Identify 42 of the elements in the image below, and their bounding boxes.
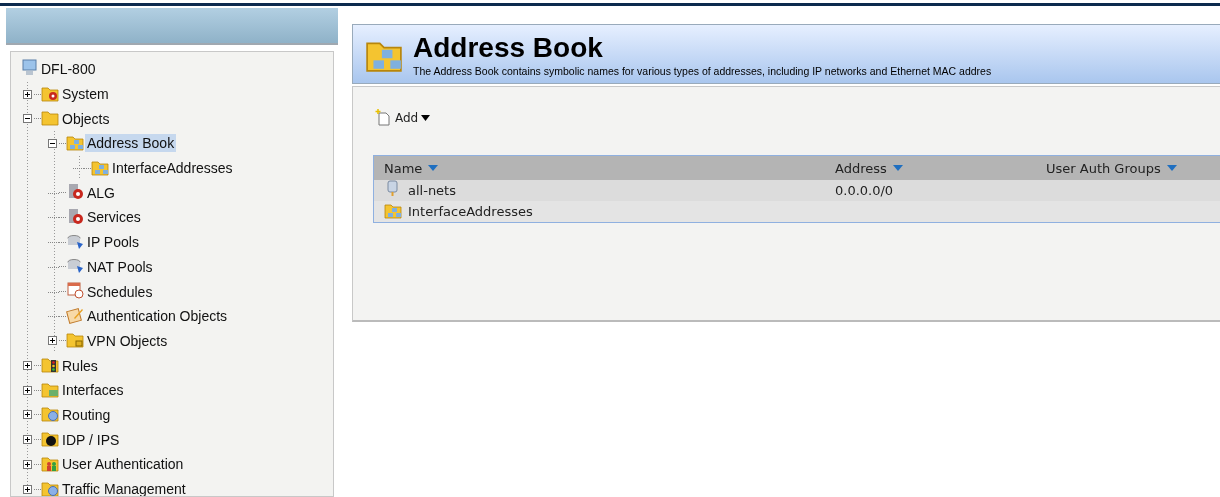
sort-caret-icon[interactable] — [1166, 165, 1177, 171]
tree-item[interactable]: System — [60, 85, 111, 104]
table-cell[interactable]: InterfaceAddresses — [408, 204, 533, 219]
tree-item[interactable]: Interfaces — [60, 381, 126, 400]
column-header[interactable]: Address — [835, 160, 887, 176]
column-header[interactable]: Name — [384, 160, 423, 176]
tree-item[interactable]: Traffic Management — [60, 480, 188, 496]
tree-item[interactable]: IP Pools — [85, 233, 141, 252]
tree-item[interactable]: ALG — [85, 183, 117, 202]
collapse-toggle-icon[interactable] — [23, 114, 32, 124]
tree-item[interactable]: DFL-800 — [39, 60, 98, 79]
table-cell: 0.0.0.0/0 — [835, 183, 894, 198]
page-description: The Address Book contains symbolic names for various types of addresses, including IP networks and Ethernet MAC addres — [413, 65, 992, 77]
tree-item[interactable]: Schedules — [85, 282, 155, 301]
collapse-toggle-icon[interactable] — [48, 138, 57, 148]
expand-toggle-icon[interactable] — [23, 435, 32, 445]
tree-item[interactable]: NAT Pools — [85, 257, 155, 276]
expand-toggle-icon[interactable] — [23, 410, 32, 420]
sort-caret-icon[interactable] — [428, 165, 439, 171]
expand-toggle-icon[interactable] — [23, 459, 32, 469]
expand-toggle-icon[interactable] — [23, 89, 32, 99]
tree-item[interactable]: VPN Objects — [85, 331, 170, 350]
table-cell[interactable]: all-nets — [408, 183, 456, 198]
tree-item[interactable]: InterfaceAddresses — [110, 159, 235, 178]
tree-item[interactable]: User Authentication — [60, 455, 186, 474]
tree-item[interactable]: Rules — [60, 356, 100, 375]
expand-toggle-icon[interactable] — [23, 385, 32, 395]
tree-item[interactable]: Authentication Objects — [85, 307, 230, 326]
page-title: Address Book — [413, 33, 604, 63]
sort-caret-icon[interactable] — [892, 165, 903, 171]
new-document-icon — [375, 109, 392, 126]
tree-item[interactable]: Objects — [60, 109, 112, 128]
tree-item[interactable]: Address Book — [85, 134, 177, 153]
add-button[interactable]: Add — [373, 109, 433, 126]
tree-item[interactable]: IDP / IPS — [60, 430, 122, 449]
address-folder-icon — [384, 201, 402, 222]
tree-item[interactable]: Services — [85, 208, 143, 227]
caret-icon — [421, 114, 431, 121]
expand-toggle-icon[interactable] — [23, 484, 32, 494]
expand-toggle-icon[interactable] — [23, 361, 32, 371]
tree-item[interactable]: Routing — [60, 405, 113, 424]
expand-toggle-icon[interactable] — [48, 336, 57, 346]
